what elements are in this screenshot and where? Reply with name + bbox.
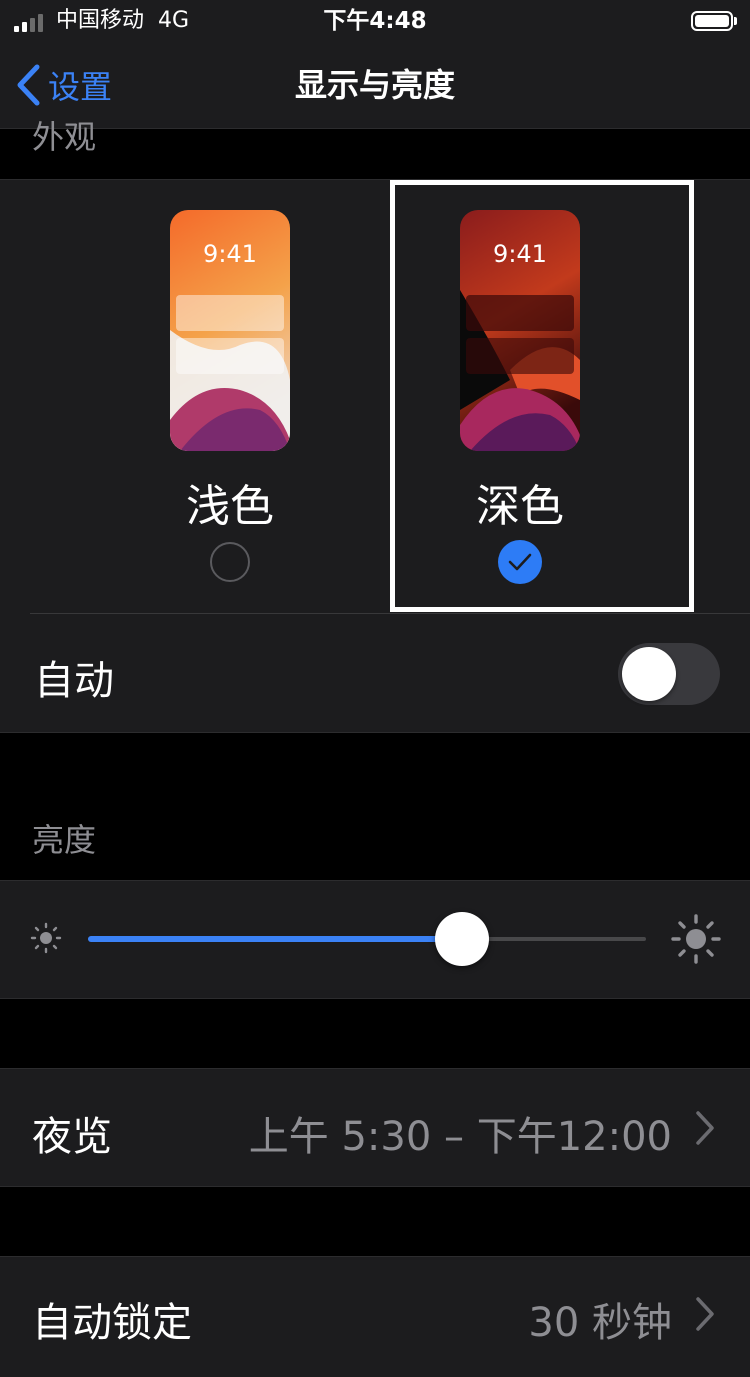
selection-highlight-box — [390, 180, 694, 612]
brightness-header: 亮度 — [32, 821, 97, 859]
page-title: 显示与亮度 — [294, 66, 455, 104]
battery-icon — [691, 11, 733, 31]
status-time: 下午4:48 — [323, 8, 427, 34]
battery-cap — [734, 17, 737, 25]
sun-small-icon — [30, 922, 62, 954]
toggle-knob — [622, 647, 676, 701]
auto-toggle[interactable] — [618, 643, 720, 705]
light-preview-time: 9:41 — [203, 240, 257, 268]
brightness-slider-knob[interactable] — [434, 912, 489, 966]
night-shift-value: 上午 5:30 – 下午12:00 — [248, 1114, 672, 1160]
chevron-right-icon — [696, 1111, 714, 1145]
chevron-right-icon — [696, 1297, 714, 1331]
light-label: 浅色 — [186, 481, 274, 532]
light-option[interactable]: 9:41 浅色 — [150, 180, 310, 612]
sun-large-icon — [671, 914, 721, 964]
brightness-track-fill — [88, 936, 462, 942]
appearance-header: 外观 — [32, 118, 97, 156]
light-preview: 9:41 — [170, 210, 290, 451]
night-shift-label: 夜览 — [32, 1114, 112, 1160]
auto-label: 自动 — [34, 658, 114, 704]
light-radio[interactable] — [210, 542, 250, 582]
auto-lock-label: 自动锁定 — [32, 1300, 192, 1346]
auto-lock-value: 30 秒钟 — [528, 1300, 672, 1346]
